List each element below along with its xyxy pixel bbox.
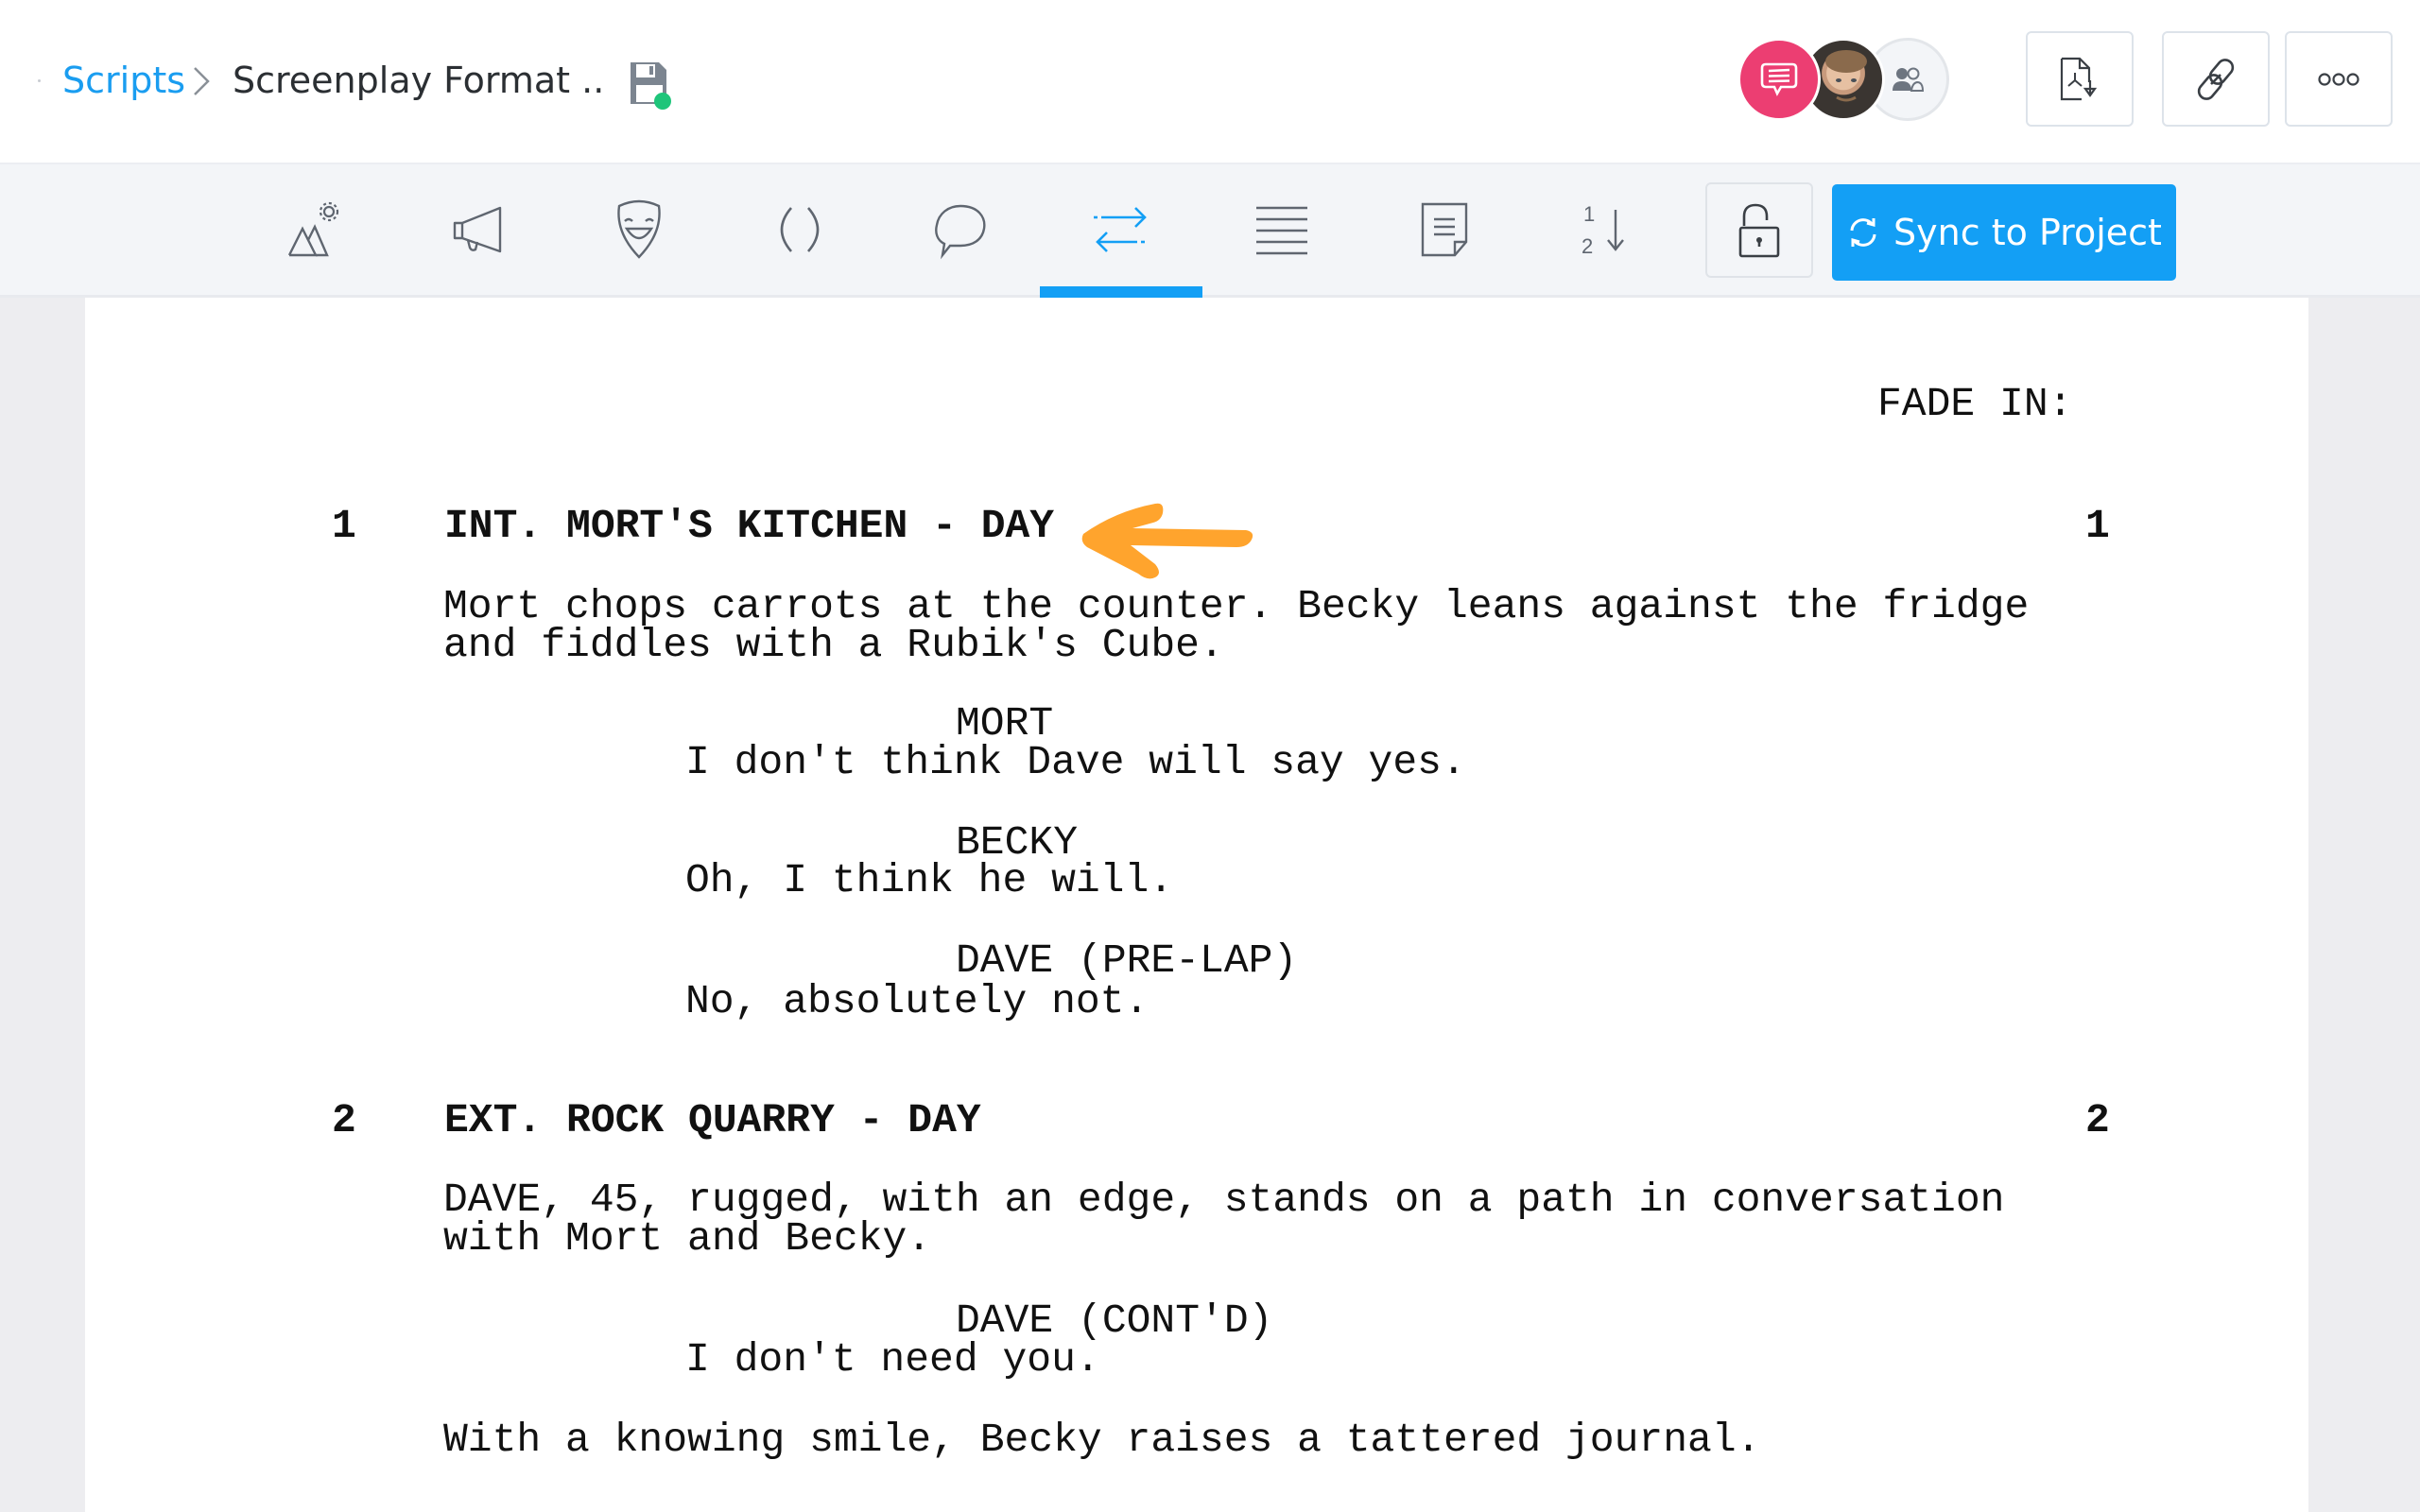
more-options-button[interactable] [2285, 31, 2393, 127]
action-line[interactable]: Mort chops carrots at the counter. Becky… [443, 586, 2029, 627]
annotation-arrow-icon [1081, 503, 1253, 579]
collaborators [1737, 38, 1955, 121]
megaphone-icon [453, 206, 502, 253]
breadcrumb-scripts-link[interactable]: Scripts [62, 57, 185, 104]
export-pdf-button[interactable] [2026, 31, 2134, 127]
tool-scene-heading[interactable] [235, 164, 398, 295]
svg-text:2: 2 [1582, 234, 1593, 258]
scene-number-left: 2 [332, 1097, 356, 1143]
scene-heading[interactable]: INT. MORT'S KITCHEN - DAY [444, 506, 1054, 546]
action-line[interactable]: with Mort and Becky. [443, 1218, 931, 1259]
tool-parenthetical[interactable] [718, 164, 881, 295]
character-name[interactable]: MORT [956, 703, 1053, 744]
breadcrumb-dot [38, 79, 41, 82]
tool-dialogue[interactable] [879, 164, 1042, 295]
lines-icon [1256, 206, 1307, 255]
dialogue-line[interactable]: Oh, I think he will. [685, 860, 1173, 901]
note-icon [1421, 202, 1468, 257]
scene-heading[interactable]: EXT. ROCK QUARRY - DAY [444, 1100, 981, 1141]
comments-icon [1760, 62, 1798, 96]
team-icon [1893, 67, 1924, 92]
numbering-icon: 1 2 [1582, 202, 1624, 258]
character-name[interactable]: DAVE (PRE-LAP) [956, 940, 1297, 981]
character-name[interactable]: BECKY [956, 822, 1078, 863]
comments-button[interactable] [1737, 38, 1821, 121]
tool-transition[interactable] [1040, 164, 1202, 298]
dialogue-line[interactable]: No, absolutely not. [685, 981, 1149, 1022]
top-header: Scripts Screenplay Format .. [0, 0, 2420, 163]
pdf-download-icon [2060, 57, 2098, 100]
scene-heading-icon [287, 201, 339, 257]
dialogue-line[interactable]: I don't need you. [685, 1339, 1100, 1380]
tool-scene-numbering[interactable]: 1 2 [1524, 164, 1686, 295]
svg-text:1: 1 [1583, 202, 1595, 226]
chevron-right-icon [194, 67, 210, 95]
tool-action[interactable] [397, 164, 560, 295]
script-page[interactable]: FADE IN: 1 INT. MORT'S KITCHEN - DAY 1 M… [85, 298, 2308, 1512]
sync-to-project-button[interactable]: Sync to Project [1832, 184, 2176, 281]
sync-button-label: Sync to Project [1893, 212, 2162, 253]
parentheses-icon [780, 207, 820, 252]
action-line[interactable]: DAVE, 45, rugged, with an edge, stands o… [443, 1179, 2004, 1220]
tool-note[interactable] [1363, 164, 1526, 295]
action-line[interactable]: With a knowing smile, Becky raises a tat… [443, 1419, 1760, 1460]
sync-icon [1850, 218, 1876, 247]
unlock-icon [1738, 203, 1780, 257]
more-icon [2318, 72, 2360, 86]
save-status-icon [631, 62, 671, 110]
scene-number-left: 1 [332, 503, 356, 549]
transition-fade-in[interactable]: FADE IN: [1877, 384, 2072, 424]
share-link-button[interactable] [2162, 31, 2270, 127]
scene-number-right: 1 [2085, 503, 2110, 549]
link-icon [2197, 58, 2235, 100]
character-name[interactable]: DAVE (CONT'D) [956, 1300, 1272, 1341]
breadcrumb-current-script[interactable]: Screenplay Format .. [233, 57, 604, 104]
scene-number-right: 2 [2085, 1097, 2110, 1143]
mask-icon [617, 199, 661, 259]
tool-general[interactable] [1201, 164, 1363, 295]
action-line[interactable]: and fiddles with a Rubik's Cube. [443, 625, 1224, 665]
speech-bubble-icon [935, 204, 986, 260]
formatting-toolbar: 1 2 Sync to Project [0, 163, 2420, 298]
transition-icon [1094, 207, 1147, 252]
script-editor[interactable]: FADE IN: 1 INT. MORT'S KITCHEN - DAY 1 M… [85, 298, 2308, 1512]
dialogue-line[interactable]: I don't think Dave will say yes. [685, 742, 1466, 782]
tool-character[interactable] [558, 164, 720, 295]
lock-toggle-button[interactable] [1705, 182, 1813, 278]
